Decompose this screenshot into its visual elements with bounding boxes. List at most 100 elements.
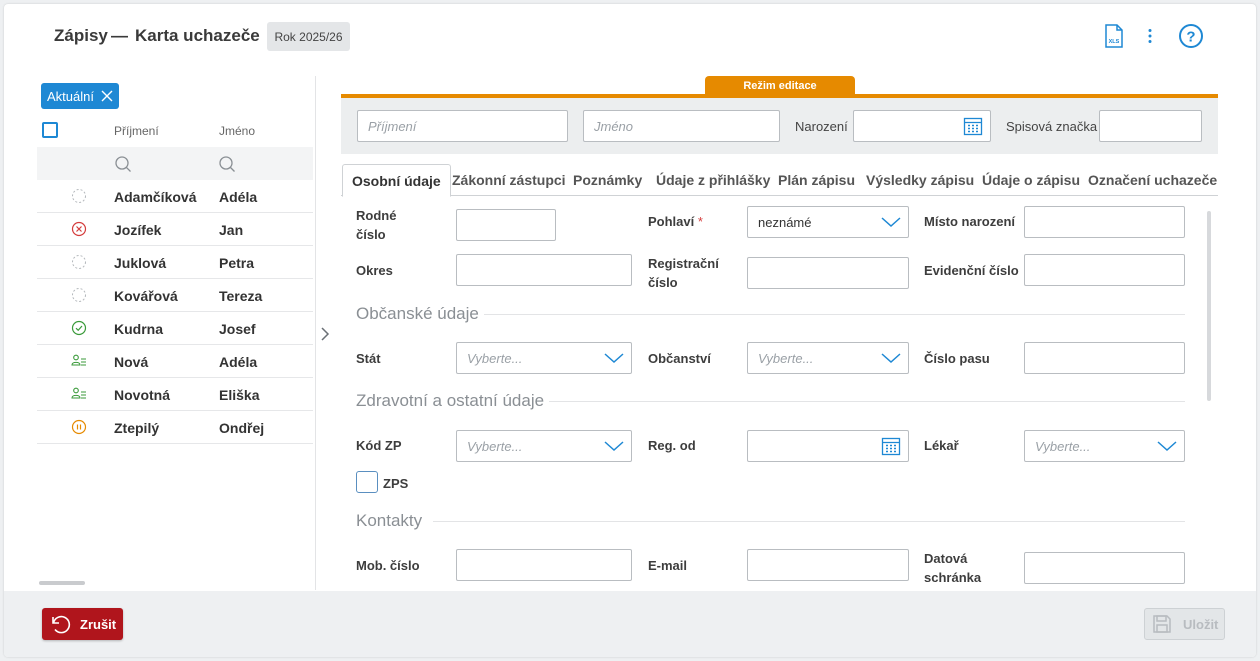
column-header-surname[interactable]: Příjmení	[114, 124, 159, 138]
dashed-circle-icon	[72, 255, 86, 269]
enrolled-person-icon	[71, 354, 86, 366]
chevron-down-icon	[1157, 441, 1177, 452]
zps-checkbox[interactable]	[356, 471, 378, 493]
insurance-code-label: Kód ZP	[356, 438, 402, 453]
enrolled-person-icon	[71, 387, 86, 399]
help-icon[interactable]: ?	[1178, 23, 1204, 49]
search-surname-icon[interactable]	[114, 155, 132, 173]
citizenship-label: Občanství	[648, 351, 711, 366]
list-item[interactable]: Nová Adéla	[37, 345, 313, 378]
cancel-button[interactable]: Zrušit	[42, 608, 123, 640]
search-name-icon[interactable]	[218, 155, 236, 173]
databox-input[interactable]	[1024, 552, 1185, 584]
doctor-select-placeholder: Vyberte...	[1035, 438, 1091, 454]
list-item-name: Adéla	[219, 189, 258, 205]
mobile-label: Mob. číslo	[356, 558, 420, 573]
record-number-input[interactable]	[1024, 254, 1185, 286]
tab-notes[interactable]: Poznámky	[573, 164, 642, 196]
form-vertical-scrollbar[interactable]	[1207, 211, 1211, 401]
list-item[interactable]: Kovářová Tereza	[37, 279, 313, 312]
civic-section-title: Občanské údaje	[356, 304, 479, 323]
birthplace-input[interactable]	[1024, 206, 1185, 238]
more-options-icon[interactable]	[1142, 24, 1158, 48]
chevron-down-icon	[881, 353, 901, 364]
zps-label: ZPS	[383, 476, 409, 491]
registration-number-input[interactable]	[747, 257, 909, 289]
list-item[interactable]: Jozífek Jan	[37, 213, 313, 246]
list-item-name: Tereza	[219, 288, 263, 304]
footer-bar	[4, 591, 1256, 657]
list-item[interactable]: Kudrna Josef	[37, 312, 313, 345]
tab-enrollment-plan[interactable]: Plán zápisu	[778, 164, 855, 196]
birth-number-label: Rodné číslo	[356, 208, 397, 242]
country-select[interactable]: Vyberte...	[456, 342, 632, 374]
filter-chip-current[interactable]: Aktuální	[41, 83, 119, 109]
section-divider	[433, 521, 1185, 522]
insurance-code-select[interactable]: Vyberte...	[456, 430, 632, 462]
list-header: Příjmení Jméno	[37, 118, 313, 148]
select-all-checkbox[interactable]	[42, 122, 58, 138]
file-mark-label: Spisová značka	[1006, 119, 1098, 134]
section-divider	[549, 401, 1185, 402]
mobile-input[interactable]	[456, 549, 632, 581]
remove-filter-icon[interactable]	[101, 90, 113, 102]
list-item-surname: Ztepilý	[114, 420, 160, 436]
passport-input[interactable]	[1024, 342, 1185, 374]
surname-search-input[interactable]: Příjmení	[357, 110, 568, 142]
list-item-name: Ondřej	[219, 420, 265, 436]
cancel-button-label: Zrušit	[80, 616, 117, 632]
doctor-label: Lékař	[924, 438, 959, 453]
xls-export-icon[interactable]: XLS	[1104, 24, 1124, 48]
school-year-badge[interactable]: Rok 2025/26	[267, 22, 350, 51]
tab-applicant-labels[interactable]: Označení uchazeče	[1088, 164, 1217, 196]
dashed-circle-icon	[72, 288, 86, 302]
list-item-surname: Kudrna	[114, 321, 163, 337]
list-item[interactable]: Novotná Eliška	[37, 378, 313, 411]
birthplace-label: Místo narození	[924, 214, 1016, 229]
district-input[interactable]	[456, 254, 632, 286]
svg-text:?: ?	[1186, 29, 1195, 46]
section-divider	[484, 314, 1185, 315]
registration-number-label: Registrační číslo	[648, 256, 719, 290]
birth-date-input[interactable]	[853, 110, 991, 142]
doctor-select[interactable]: Vyberte...	[1024, 430, 1185, 462]
chevron-right-icon[interactable]	[320, 326, 330, 342]
list-item[interactable]: Juklová Petra	[37, 246, 313, 279]
gender-select[interactable]: neznámé	[747, 206, 909, 238]
cancelled-icon	[71, 221, 87, 237]
email-input[interactable]	[747, 549, 909, 581]
page-subtitle: Karta uchazeče	[135, 26, 260, 45]
record-number-label: Evidenční číslo	[924, 263, 1019, 278]
citizenship-select-placeholder: Vyberte...	[758, 350, 814, 366]
citizenship-select[interactable]: Vyberte...	[747, 342, 909, 374]
edit-mode-indicator: Režim editace	[705, 76, 855, 95]
page-title: Zápisy	[54, 26, 108, 45]
calendar-icon[interactable]	[963, 116, 983, 136]
filter-chip-label: Aktuální	[47, 88, 94, 104]
tab-personal-data[interactable]: Osobní údaje	[342, 164, 451, 197]
country-select-placeholder: Vyberte...	[467, 350, 523, 366]
file-mark-input[interactable]	[1099, 110, 1202, 142]
databox-label: Datová schránka	[924, 551, 982, 585]
registered-from-input[interactable]	[747, 430, 909, 462]
tab-enrollment-info[interactable]: Údaje o zápisu	[982, 164, 1080, 196]
name-search-input[interactable]: Jméno	[583, 110, 780, 142]
passport-label: Číslo pasu	[924, 351, 990, 366]
list-item[interactable]: Adamčíková Adéla	[37, 180, 313, 213]
list-item-surname: Juklová	[114, 255, 167, 271]
list-horizontal-scrollbar[interactable]	[39, 581, 85, 585]
list-item-surname: Nová	[114, 354, 149, 370]
birth-number-input[interactable]	[456, 209, 556, 241]
tab-legal-guardians[interactable]: Zákonní zástupci	[452, 164, 566, 196]
country-label: Stát	[356, 351, 381, 366]
panel-divider	[315, 76, 316, 590]
column-header-name[interactable]: Jméno	[219, 124, 255, 138]
tab-enrollment-results[interactable]: Výsledky zápisu	[866, 164, 974, 196]
email-label: E-mail	[648, 558, 688, 573]
tab-application-data[interactable]: Údaje z přihlášky	[656, 164, 770, 196]
save-button[interactable]: Uložit	[1144, 608, 1225, 640]
list-item[interactable]: Ztepilý Ondřej	[37, 411, 313, 444]
applicant-list: Adamčíková Adéla Jozífek Jan Juklová Pet…	[37, 180, 313, 444]
save-button-label: Uložit	[1183, 616, 1219, 632]
calendar-icon[interactable]	[881, 436, 901, 456]
